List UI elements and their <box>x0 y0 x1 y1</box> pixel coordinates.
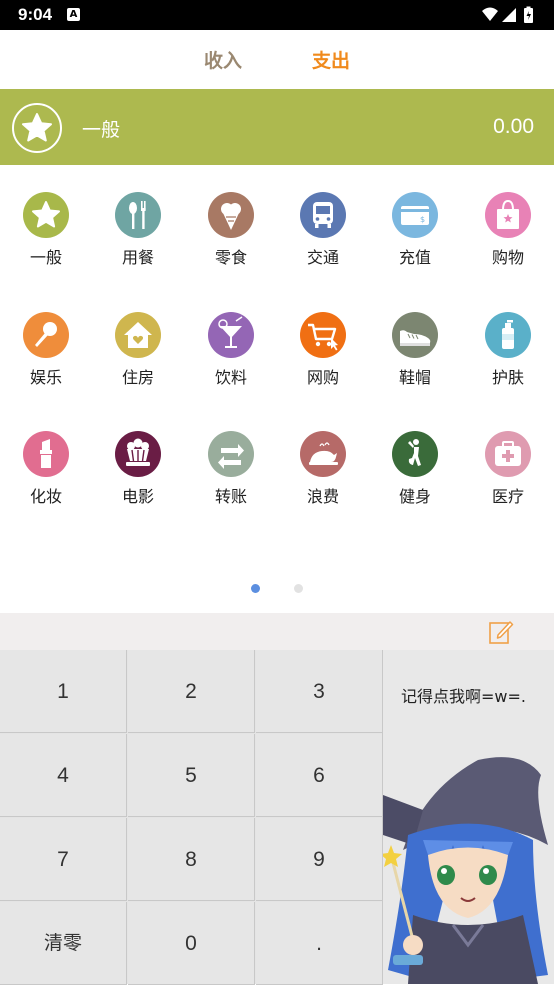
selected-category-bar: 一般 0.00 <box>0 89 554 165</box>
category-label: 充值 <box>398 248 431 267</box>
category-label: 化妆 <box>29 487 62 506</box>
category-label: 购物 <box>491 248 524 267</box>
clear-button[interactable]: 清零 <box>0 902 127 985</box>
category-skincare[interactable]: 护肤 <box>462 285 554 387</box>
category-medical[interactable]: 医疗 <box>462 404 554 506</box>
key-0[interactable]: 0 <box>128 902 255 985</box>
category-label: 饮料 <box>214 368 247 387</box>
amount-display: 0.00 <box>493 115 534 138</box>
category-label: 娱乐 <box>29 368 62 387</box>
category-movies[interactable]: 电影 <box>92 404 184 506</box>
category-fitness[interactable]: 健身 <box>369 404 461 506</box>
category-makeup[interactable]: 化妆 <box>0 404 92 506</box>
category-label: 用餐 <box>121 248 154 267</box>
transfer-icon <box>208 431 254 477</box>
memo-bar <box>0 613 554 650</box>
category-general[interactable]: 一般 <box>0 165 92 267</box>
medkit-icon <box>485 431 531 477</box>
category-dining[interactable]: 用餐 <box>92 165 184 267</box>
category-shoes-hats[interactable]: 鞋帽 <box>369 285 461 387</box>
cutlery-icon <box>115 192 161 238</box>
shoe-icon <box>392 312 438 358</box>
lipstick-icon <box>23 431 69 477</box>
key-5[interactable]: 5 <box>128 734 255 817</box>
microphone-icon <box>23 312 69 358</box>
key-4[interactable]: 4 <box>0 734 127 817</box>
category-recharge[interactable]: $ 充值 <box>369 165 461 267</box>
tab-expense[interactable]: 支出 <box>312 46 350 73</box>
confirm-button[interactable]: 记得点我啊=w=. <box>382 650 554 984</box>
key-6[interactable]: 6 <box>256 734 383 817</box>
category-label: 住房 <box>121 368 154 387</box>
yoga-icon <box>392 431 438 477</box>
category-grid: 一般 用餐 零食 交通 $ 充值 购物 娱乐 住房 饮料 网购 鞋帽 护肤 化妆… <box>0 165 554 613</box>
numeric-keypad: 1 2 3 4 5 6 7 8 9 清零 0 . <box>0 650 383 985</box>
shopping-bag-icon <box>485 192 531 238</box>
type-tabs: 收入 支出 <box>0 30 554 88</box>
edit-note-icon[interactable] <box>488 619 514 645</box>
selected-category-name: 一般 <box>82 119 121 141</box>
key-2[interactable]: 2 <box>128 650 255 733</box>
icecream-icon <box>208 192 254 238</box>
key-3[interactable]: 3 <box>256 650 383 733</box>
key-9[interactable]: 9 <box>256 818 383 901</box>
card-icon: $ <box>392 192 438 238</box>
category-label: 医疗 <box>491 487 524 506</box>
bus-icon <box>300 192 346 238</box>
category-waste[interactable]: 浪费 <box>277 404 369 506</box>
category-label: 浪费 <box>306 487 339 506</box>
category-entertainment[interactable]: 娱乐 <box>0 285 92 387</box>
category-label: 一般 <box>29 248 62 267</box>
category-label: 电影 <box>121 487 154 506</box>
key-1[interactable]: 1 <box>0 650 127 733</box>
anime-mascot-illustration <box>383 757 548 984</box>
category-transfer[interactable]: 转账 <box>185 404 277 506</box>
category-label: 健身 <box>398 487 431 506</box>
category-online-shopping[interactable]: 网购 <box>277 285 369 387</box>
status-time: 9:04 <box>18 5 53 24</box>
key-7[interactable]: 7 <box>0 818 127 901</box>
category-snacks[interactable]: 零食 <box>185 165 277 267</box>
signal-icon <box>502 8 516 22</box>
key-8[interactable]: 8 <box>128 818 255 901</box>
category-label: 转账 <box>214 487 247 506</box>
status-icons <box>482 6 533 23</box>
cart-icon <box>300 312 346 358</box>
popcorn-icon <box>115 431 161 477</box>
category-label: 交通 <box>306 248 339 267</box>
tab-income[interactable]: 收入 <box>204 46 242 73</box>
category-drinks[interactable]: 饮料 <box>185 285 277 387</box>
category-housing[interactable]: 住房 <box>92 285 184 387</box>
category-label: 鞋帽 <box>398 368 431 387</box>
confirm-hint: 记得点我啊=w=. <box>401 687 526 706</box>
star-icon <box>12 103 62 153</box>
category-transport[interactable]: 交通 <box>277 165 369 267</box>
svg-text:$: $ <box>420 215 425 224</box>
category-label: 零食 <box>214 248 247 267</box>
category-label: 护肤 <box>491 368 524 387</box>
house-icon <box>115 312 161 358</box>
notification-icon: A <box>67 8 80 21</box>
lotion-icon <box>485 312 531 358</box>
category-label: 网购 <box>306 368 339 387</box>
roast-chicken-icon <box>300 431 346 477</box>
page-dot[interactable] <box>294 584 303 593</box>
wifi-icon <box>482 7 498 21</box>
cocktail-icon <box>208 312 254 358</box>
key-decimal[interactable]: . <box>256 902 383 985</box>
page-dot-active[interactable] <box>251 584 260 593</box>
star-icon <box>23 192 69 238</box>
category-shopping[interactable]: 购物 <box>462 165 554 267</box>
status-bar: 9:04 A <box>0 0 554 30</box>
page-indicator <box>0 584 554 594</box>
